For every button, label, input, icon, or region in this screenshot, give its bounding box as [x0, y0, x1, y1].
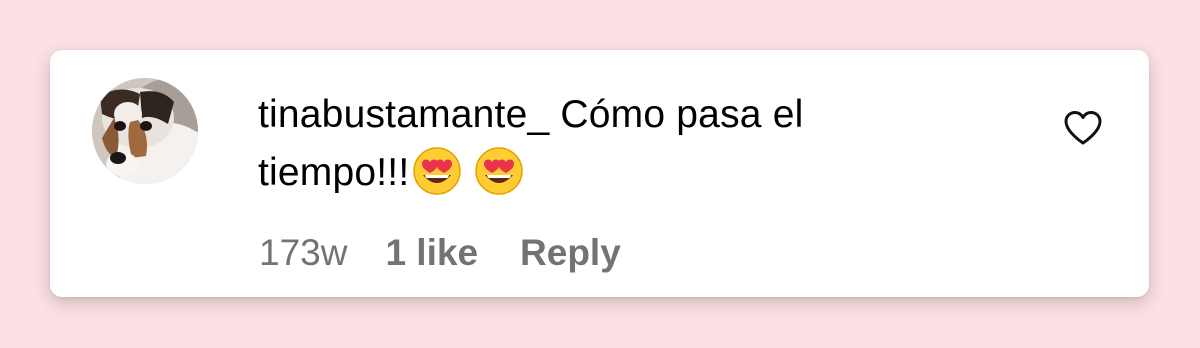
comment-card: tinabustamante_ Cómo pasa el tiempo!!! 1…	[50, 50, 1149, 297]
heart-outline-icon[interactable]	[1063, 110, 1103, 146]
avatar[interactable]	[92, 78, 198, 184]
comment-meta: 173w 1 like Reply	[259, 230, 621, 276]
reply-button[interactable]: Reply	[520, 230, 621, 276]
comment-text-line2: tiempo!!!	[258, 151, 410, 194]
dog-avatar-image	[92, 78, 198, 184]
heart-eyes-emoji-icon	[413, 147, 462, 195]
comment-username[interactable]: tinabustamante_	[258, 93, 549, 136]
comment-text: tinabustamante_ Cómo pasa el tiempo!!!	[258, 86, 1018, 202]
comment-timestamp[interactable]: 173w	[259, 230, 347, 276]
comment-likes[interactable]: 1 like	[385, 230, 478, 276]
comment-text-line1: Cómo pasa el	[560, 93, 804, 136]
heart-eyes-emoji-icon	[475, 147, 524, 195]
